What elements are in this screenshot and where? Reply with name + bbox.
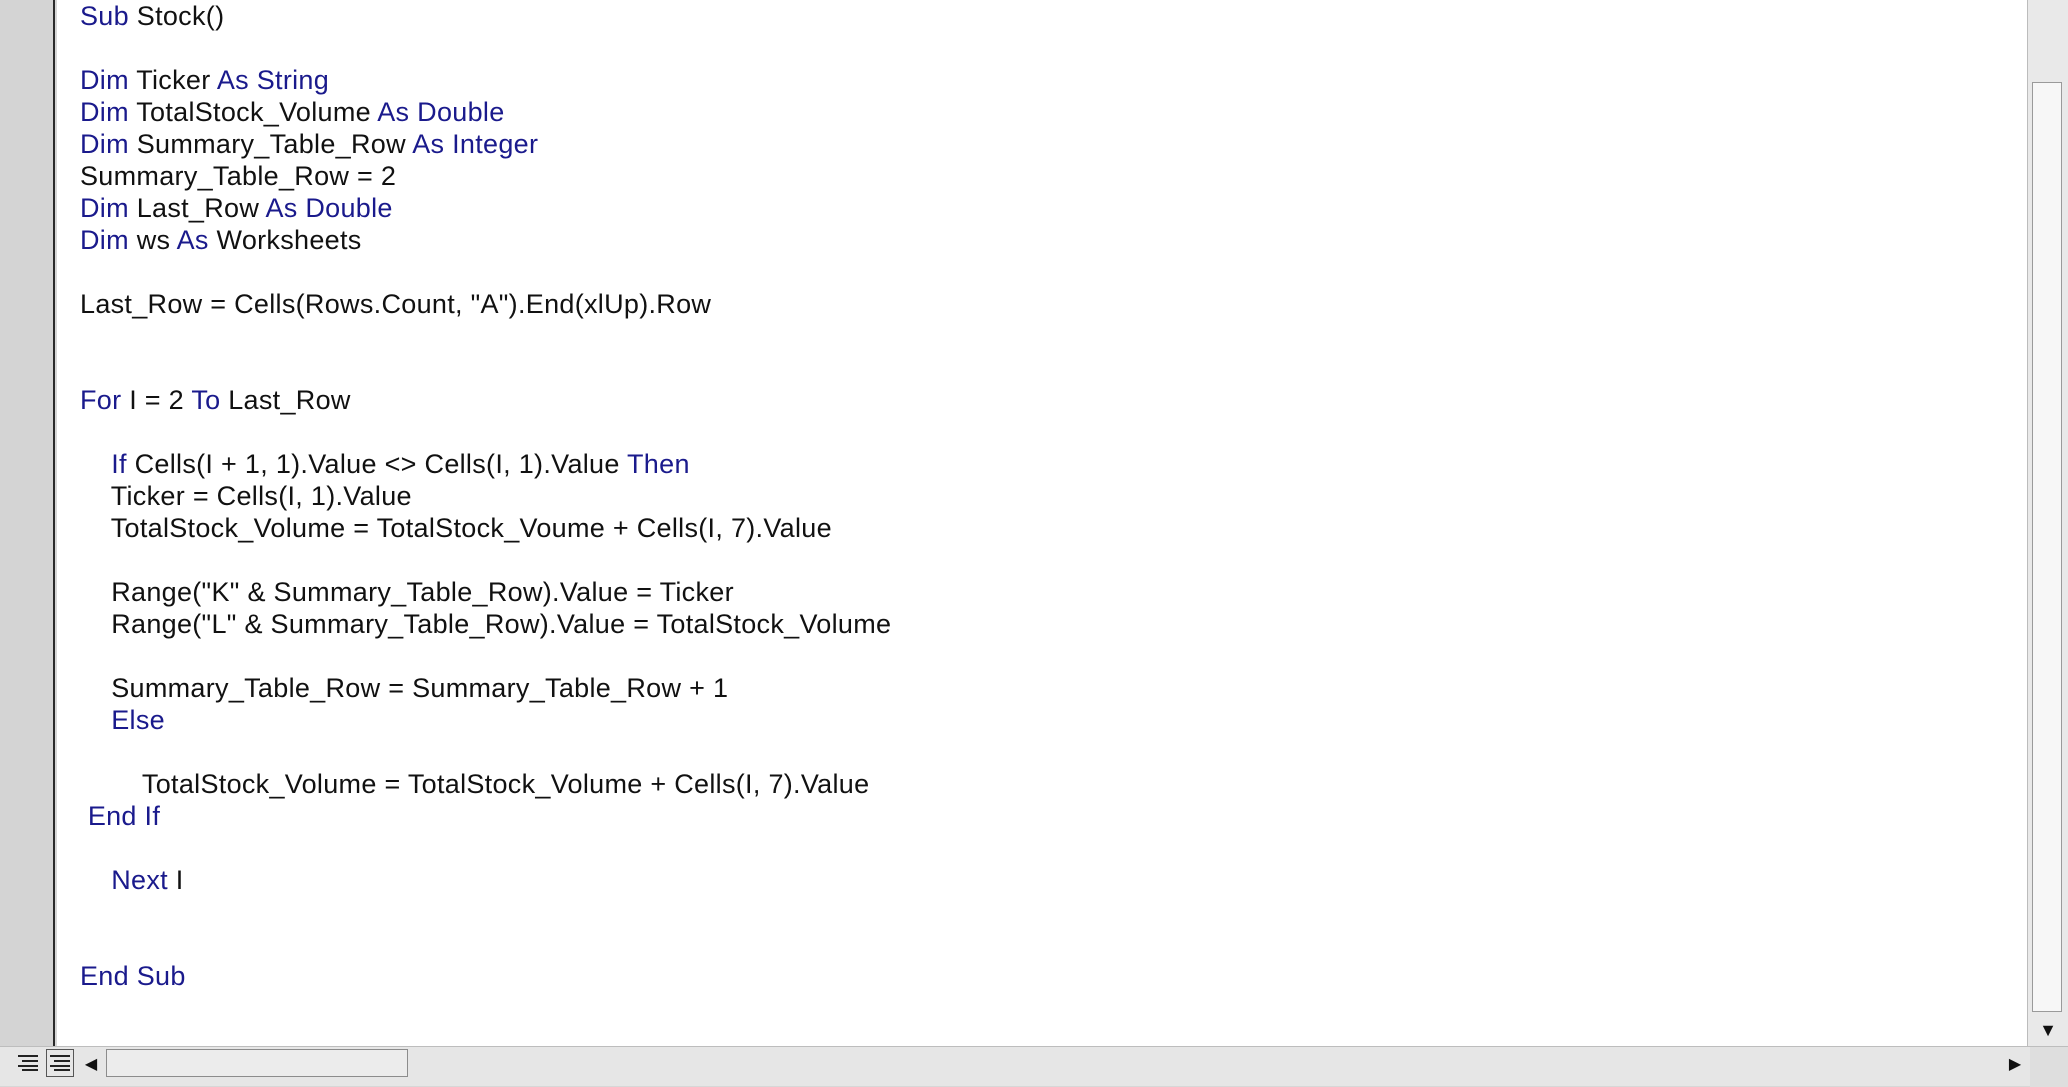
- procedure-view-button[interactable]: [14, 1049, 42, 1077]
- full-module-view-button[interactable]: [46, 1049, 74, 1077]
- scroll-left-icon[interactable]: ◀: [78, 1051, 104, 1077]
- code-line[interactable]: Range("K" & Summary_Table_Row).Value = T…: [80, 576, 891, 608]
- code-token: Ticker = Cells(I, 1).Value: [80, 481, 412, 511]
- vertical-scrollbar[interactable]: ▼: [2027, 0, 2068, 1046]
- code-line[interactable]: If Cells(I + 1, 1).Value <> Cells(I, 1).…: [80, 448, 891, 480]
- code-token: Summary_Table_Row = 2: [80, 161, 397, 191]
- code-line[interactable]: [80, 896, 891, 928]
- scroll-right-icon[interactable]: ▶: [2002, 1051, 2028, 1077]
- keyword-token: Dim: [80, 97, 129, 127]
- code-line[interactable]: Dim Ticker As String: [80, 64, 891, 96]
- code-line[interactable]: [80, 928, 891, 960]
- code-line[interactable]: Summary_Table_Row = Summary_Table_Row + …: [80, 672, 891, 704]
- code-token: Range("L" & Summary_Table_Row).Value = T…: [80, 609, 892, 639]
- code-line[interactable]: Sub Stock(): [80, 0, 891, 32]
- keyword-token: Next: [111, 865, 168, 895]
- code-line[interactable]: [80, 416, 891, 448]
- keyword-token: End If: [87, 801, 161, 831]
- scroll-down-icon[interactable]: ▼: [2030, 1016, 2066, 1044]
- code-line[interactable]: [80, 544, 891, 576]
- code-line[interactable]: TotalStock_Volume = TotalStock_Voume + C…: [80, 512, 891, 544]
- keyword-token: Else: [111, 705, 165, 735]
- code-line[interactable]: Else: [80, 704, 891, 736]
- code-token: TotalStock_Volume = TotalStock_Voume + C…: [80, 513, 832, 543]
- code-line[interactable]: Next I: [80, 864, 891, 896]
- code-line[interactable]: Dim Summary_Table_Row As Integer: [80, 128, 891, 160]
- code-token: Range("K" & Summary_Table_Row).Value = T…: [80, 577, 734, 607]
- code-line[interactable]: [80, 320, 891, 352]
- keyword-token: To: [191, 385, 221, 415]
- code-line[interactable]: For I = 2 To Last_Row: [80, 384, 891, 416]
- horizontal-scroll-thumb[interactable]: [106, 1049, 408, 1077]
- code-line[interactable]: [80, 32, 891, 64]
- code-token: TotalStock_Volume: [128, 97, 378, 127]
- keyword-token: End Sub: [80, 961, 186, 991]
- code-token: Cells(I + 1, 1).Value <> Cells(I, 1).Val…: [126, 449, 628, 479]
- code-line[interactable]: Dim ws As Worksheets: [80, 224, 891, 256]
- code-token: ws: [128, 225, 177, 255]
- code-token: TotalStock_Volume = TotalStock_Volume + …: [80, 769, 870, 799]
- code-token: Ticker: [128, 65, 217, 95]
- keyword-token: Sub: [80, 1, 129, 31]
- keyword-token: As String: [216, 65, 330, 95]
- code-line[interactable]: Summary_Table_Row = 2: [80, 160, 891, 192]
- code-token: I = 2: [121, 385, 192, 415]
- code-token: Summary_Table_Row = Summary_Table_Row + …: [80, 673, 729, 703]
- code-line[interactable]: Ticker = Cells(I, 1).Value: [80, 480, 891, 512]
- code-token: I: [167, 865, 184, 895]
- code-editor[interactable]: Sub Stock() Dim Ticker As String Dim Tota…: [57, 0, 2027, 1046]
- code-token: Stock(): [128, 1, 225, 31]
- code-line[interactable]: [80, 736, 891, 768]
- code-line[interactable]: TotalStock_Volume = TotalStock_Volume + …: [80, 768, 891, 800]
- margin-indicator-bar[interactable]: [0, 0, 55, 1086]
- code-line[interactable]: End Sub: [80, 960, 891, 992]
- code-line[interactable]: Last_Row = Cells(Rows.Count, "A").End(xl…: [80, 288, 891, 320]
- code-line[interactable]: Range("L" & Summary_Table_Row).Value = T…: [80, 608, 891, 640]
- code-line[interactable]: [80, 352, 891, 384]
- code-line[interactable]: [80, 256, 891, 288]
- code-text[interactable]: Sub Stock() Dim Ticker As String Dim Tota…: [80, 0, 891, 992]
- procedure-view-icon: [18, 1055, 38, 1071]
- code-token: Last_Row: [128, 193, 266, 223]
- code-line[interactable]: [80, 640, 891, 672]
- code-line[interactable]: End If: [80, 800, 891, 832]
- keyword-token: Dim: [80, 225, 129, 255]
- scrollbar-corner: [2030, 1047, 2068, 1087]
- keyword-token: Dim: [80, 65, 129, 95]
- bottom-toolbar: ◀ ▶: [0, 1046, 2068, 1087]
- code-line[interactable]: Dim Last_Row As Double: [80, 192, 891, 224]
- full-module-view-icon: [50, 1055, 70, 1071]
- keyword-token: As Integer: [412, 129, 539, 159]
- code-token: Last_Row = Cells(Rows.Count, "A").End(xl…: [80, 289, 712, 319]
- keyword-token: Dim: [80, 193, 129, 223]
- keyword-token: If: [111, 449, 127, 479]
- keyword-token: Dim: [80, 129, 129, 159]
- keyword-token: Then: [627, 449, 690, 479]
- keyword-token: For: [80, 385, 122, 415]
- keyword-token: As Double: [265, 193, 393, 223]
- vertical-scroll-thumb[interactable]: [2032, 82, 2062, 1012]
- vba-code-window: Sub Stock() Dim Ticker As String Dim Tota…: [0, 0, 2068, 1087]
- code-token: Summary_Table_Row: [128, 129, 413, 159]
- code-token: Worksheets: [208, 225, 362, 255]
- code-token: Last_Row: [220, 385, 351, 415]
- code-line[interactable]: [80, 832, 891, 864]
- keyword-token: As: [176, 225, 209, 255]
- code-line[interactable]: Dim TotalStock_Volume As Double: [80, 96, 891, 128]
- horizontal-scrollbar[interactable]: [106, 1049, 2004, 1079]
- keyword-token: As Double: [377, 97, 505, 127]
